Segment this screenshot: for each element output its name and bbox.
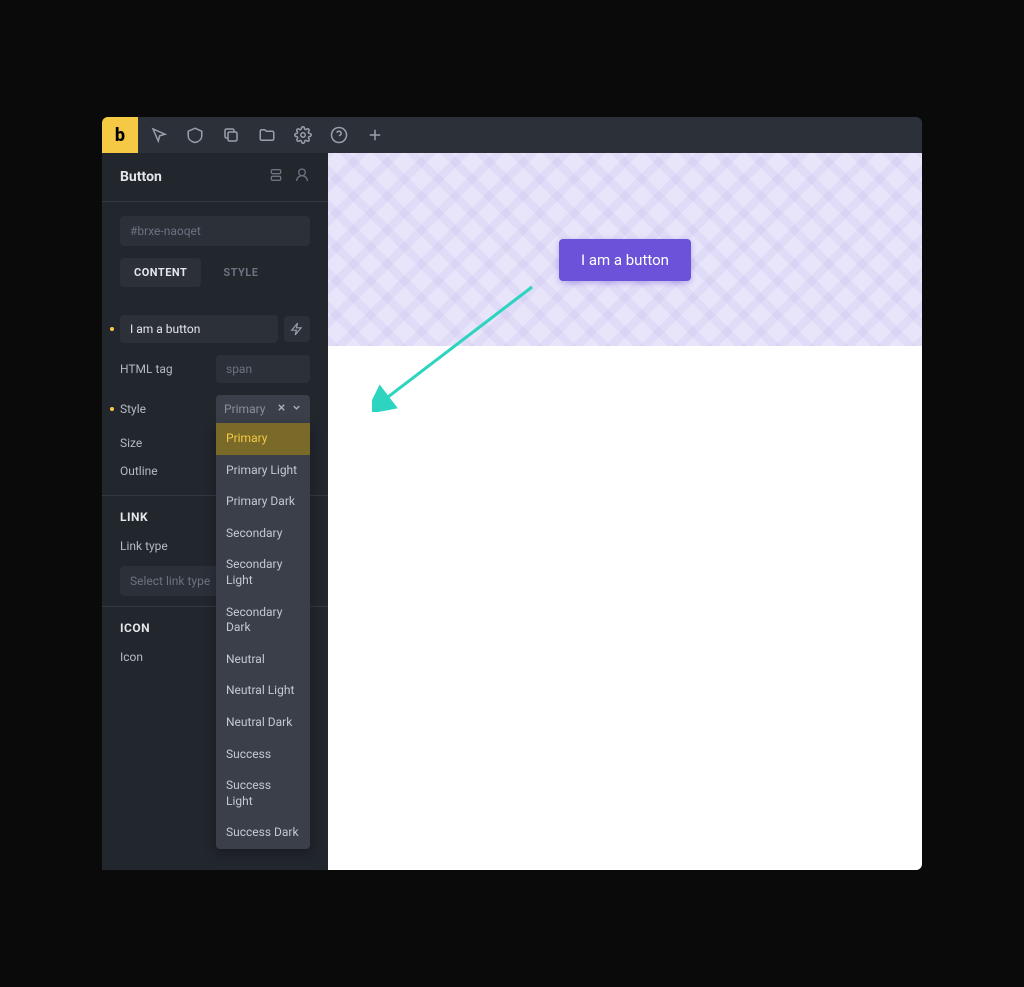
style-option[interactable]: Success Dark <box>216 817 310 849</box>
copy-icon[interactable] <box>214 117 248 153</box>
style-option[interactable]: Neutral <box>216 644 310 676</box>
text-input[interactable]: I am a button <box>120 315 278 343</box>
toolbar-icons <box>138 117 392 153</box>
app-logo[interactable]: b <box>102 117 138 153</box>
help-icon[interactable] <box>322 117 356 153</box>
panel-header: Button <box>102 153 328 202</box>
chevron-down-icon[interactable] <box>291 402 302 416</box>
app-window: b <box>102 117 922 870</box>
style-select[interactable]: Primary PrimaryPrimary LightPrimary Dark… <box>216 395 310 423</box>
panel-icons <box>268 167 310 187</box>
style-option[interactable]: Neutral Light <box>216 675 310 707</box>
style-select-value: Primary <box>224 402 265 416</box>
style-option[interactable]: Primary Light <box>216 455 310 487</box>
plus-icon[interactable] <box>358 117 392 153</box>
folder-icon[interactable] <box>250 117 284 153</box>
cursor-icon[interactable] <box>142 117 176 153</box>
content-fields: I am a button HTML tag span Style Primar… <box>102 299 328 681</box>
style-option[interactable]: Primary <box>216 423 310 455</box>
main-area: Button #brxe-naoqet CONTENT STYLE <box>102 153 922 870</box>
style-option[interactable]: Secondary <box>216 518 310 550</box>
tab-content[interactable]: CONTENT <box>120 258 201 287</box>
html-tag-select[interactable]: span <box>216 355 310 383</box>
panel-tabs: CONTENT STYLE <box>102 258 328 299</box>
tab-style[interactable]: STYLE <box>209 258 272 287</box>
class-input[interactable]: #brxe-naoqet <box>120 216 310 246</box>
style-dropdown: PrimaryPrimary LightPrimary DarkSecondar… <box>216 423 310 849</box>
top-toolbar: b <box>102 117 922 153</box>
style-label: Style <box>120 402 216 416</box>
style-option[interactable]: Secondary Light <box>216 549 310 596</box>
element-name: Button <box>120 169 162 185</box>
html-tag-row: HTML tag span <box>102 349 328 389</box>
html-tag-label: HTML tag <box>120 362 216 376</box>
style-option[interactable]: Neutral Dark <box>216 707 310 739</box>
style-row: Style Primary PrimaryPrimary LightPrimar… <box>102 389 328 429</box>
modified-dot <box>110 407 114 411</box>
style-option[interactable]: Success Light <box>216 770 310 817</box>
canvas-preview: I am a button <box>328 153 922 870</box>
style-option[interactable]: Primary Dark <box>216 486 310 518</box>
sidebar-panel: Button #brxe-naoqet CONTENT STYLE <box>102 153 328 870</box>
clear-icon[interactable] <box>276 402 287 416</box>
dynamic-data-button[interactable] <box>284 316 310 342</box>
css-icon[interactable] <box>178 117 212 153</box>
style-option[interactable]: Success <box>216 739 310 771</box>
structure-icon[interactable] <box>268 167 284 187</box>
modified-dot <box>110 327 114 331</box>
button-preview[interactable]: I am a button <box>559 239 691 281</box>
gear-icon[interactable] <box>286 117 320 153</box>
text-field-row: I am a button <box>102 309 328 349</box>
conditions-icon[interactable] <box>294 167 310 187</box>
canvas-section[interactable]: I am a button <box>328 153 922 346</box>
style-option[interactable]: Secondary Dark <box>216 597 310 644</box>
